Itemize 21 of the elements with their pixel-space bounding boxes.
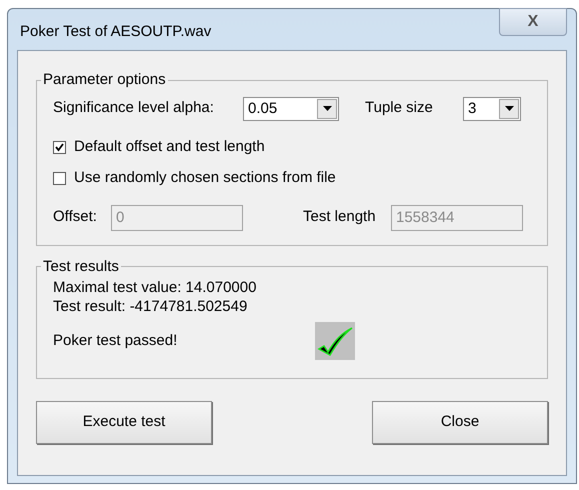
result-text: Test result: -4174781.502549 — [53, 297, 248, 316]
field-label: Test length — [303, 207, 377, 228]
field-label: Significance level alpha: — [53, 98, 215, 118]
dropdown[interactable]: 3 — [463, 96, 521, 120]
window-title: Poker Test of AESOUTP.wav — [20, 22, 212, 42]
window-close-button[interactable]: X — [499, 8, 567, 36]
dropdown[interactable]: 0.05 — [243, 96, 339, 120]
group-title: Test results — [42, 256, 120, 276]
field-label: Offset: — [53, 207, 98, 228]
caret-icon — [504, 106, 514, 111]
checkbox[interactable] — [53, 141, 66, 154]
checkbox-label: Default offset and test length — [74, 137, 265, 158]
verdict-text: Poker test passed! — [53, 330, 178, 351]
field-label: Tuple size — [365, 98, 434, 118]
checkbox-label: Use randomly chosen sections from file — [74, 168, 336, 188]
group-title: Parameter options — [42, 70, 167, 90]
caret-icon — [322, 106, 332, 111]
dialog-button[interactable]: Execute test — [36, 401, 212, 444]
checkbox[interactable] — [53, 172, 66, 185]
result-text: Maximal test value: 14.070000 — [53, 278, 258, 297]
dialog-button[interactable]: Close — [372, 401, 548, 444]
